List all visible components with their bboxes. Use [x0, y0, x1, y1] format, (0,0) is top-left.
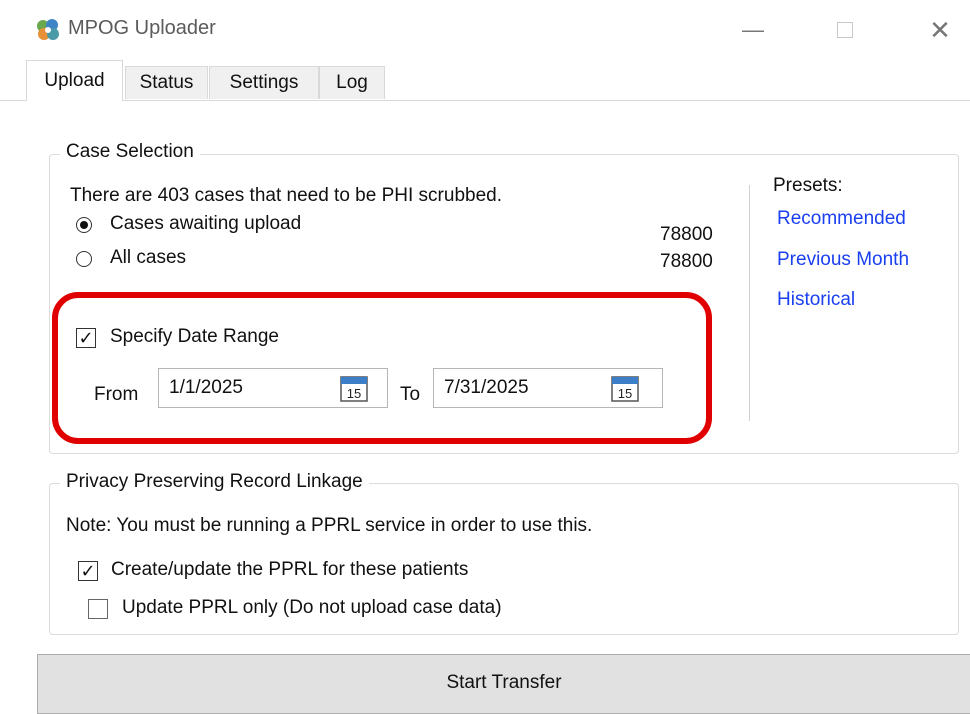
- create-update-pprl-checkbox[interactable]: ✓ Create/update the PPRL for these patie…: [74, 559, 594, 585]
- radio-label: All cases: [110, 247, 187, 268]
- tab-log[interactable]: Log: [319, 66, 385, 99]
- presets-label: Presets:: [773, 175, 843, 196]
- phi-scrub-note: There are 403 cases that need to be PHI …: [70, 185, 502, 206]
- maximize-icon: [837, 22, 853, 38]
- minimize-icon: —: [742, 17, 764, 42]
- case-selection-legend: Case Selection: [60, 141, 200, 163]
- presets-divider: [749, 185, 750, 421]
- checkbox-checked[interactable]: ✓: [78, 561, 98, 581]
- checkbox-label: Update PPRL only (Do not upload case dat…: [122, 597, 502, 618]
- tab-settings[interactable]: Settings: [209, 66, 319, 99]
- tab-status[interactable]: Status: [125, 66, 208, 99]
- close-icon: ✕: [929, 14, 951, 45]
- start-transfer-button[interactable]: Start Transfer: [37, 654, 970, 714]
- preset-previous-month-link[interactable]: Previous Month: [777, 249, 909, 271]
- radio-button-selected[interactable]: [76, 217, 92, 233]
- pprl-legend: Privacy Preserving Record Linkage: [60, 471, 369, 493]
- window-title: MPOG Uploader: [68, 17, 216, 39]
- minimize-button[interactable]: —: [725, 10, 781, 50]
- all-cases-count: 78800: [660, 251, 713, 272]
- close-button[interactable]: ✕: [912, 10, 968, 50]
- highlight-annotation: [52, 292, 712, 444]
- radio-all-cases[interactable]: All cases: [70, 246, 750, 272]
- cases-awaiting-count: 78800: [660, 224, 713, 245]
- checkbox-label: Create/update the PPRL for these patient…: [111, 559, 469, 580]
- preset-recommended-link[interactable]: Recommended: [777, 208, 906, 230]
- preset-historical-link[interactable]: Historical: [777, 289, 855, 311]
- update-pprl-only-checkbox[interactable]: Update PPRL only (Do not upload case dat…: [86, 597, 626, 623]
- checkbox-unchecked[interactable]: [88, 599, 108, 619]
- radio-button[interactable]: [76, 251, 92, 267]
- pprl-note: Note: You must be running a PPRL service…: [66, 515, 593, 536]
- maximize-button[interactable]: [817, 10, 873, 50]
- mpog-logo-icon: [37, 19, 59, 40]
- radio-cases-awaiting-upload[interactable]: Cases awaiting upload: [70, 212, 750, 238]
- radio-label: Cases awaiting upload: [110, 213, 302, 234]
- tab-upload[interactable]: Upload: [26, 60, 123, 101]
